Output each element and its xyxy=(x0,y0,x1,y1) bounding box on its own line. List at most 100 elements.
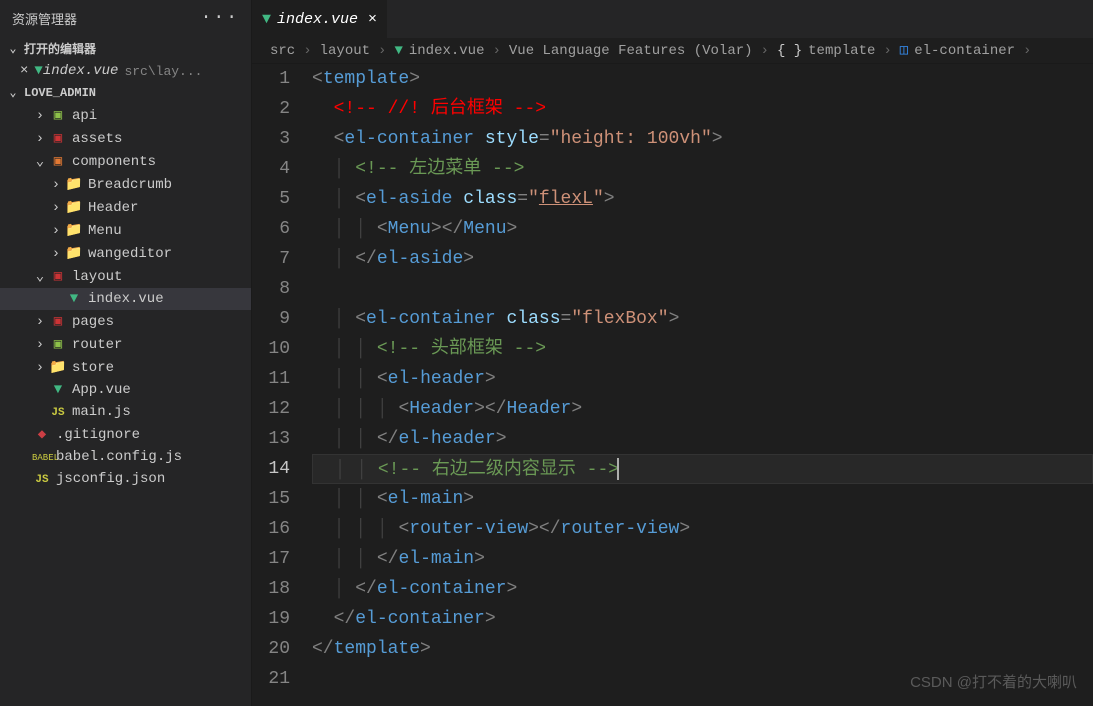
line-number: 2 xyxy=(252,94,290,124)
close-icon[interactable]: × xyxy=(368,11,377,28)
line-number: 1 xyxy=(252,64,290,94)
git-icon: ◆ xyxy=(32,426,52,443)
tab-index-vue[interactable]: ▼ index.vue × xyxy=(252,0,388,38)
chevron-icon: › xyxy=(32,360,48,376)
line-number: 8 xyxy=(252,274,290,304)
line-number: 20 xyxy=(252,634,290,664)
open-editor-filename: index.vue xyxy=(43,63,119,79)
tree-item-label: App.vue xyxy=(72,382,131,398)
chevron-icon: › xyxy=(32,337,48,353)
folder-item[interactable]: ›▣pages xyxy=(0,310,251,333)
chevron-icon: › xyxy=(48,223,64,239)
folder-item[interactable]: ›📁Breadcrumb xyxy=(0,173,251,196)
line-number: 11 xyxy=(252,364,290,394)
line-number: 10 xyxy=(252,334,290,364)
open-editor-item[interactable]: × ▼ index.vue src\lay... xyxy=(0,61,251,81)
code-line: │ │ <el-main> xyxy=(312,484,1093,514)
code-line: │ │ <Menu></Menu> xyxy=(312,214,1093,244)
vue-icon: ▼ xyxy=(34,63,42,79)
file-item[interactable]: ◆.gitignore xyxy=(0,423,251,446)
file-item[interactable]: JSmain.js xyxy=(0,401,251,423)
bc-file[interactable]: index.vue xyxy=(409,43,485,59)
line-number: 13 xyxy=(252,424,290,454)
chevron-right-icon: › xyxy=(761,43,769,59)
line-number: 18 xyxy=(252,574,290,604)
folder-item[interactable]: ⌄▣layout xyxy=(0,265,251,288)
chevron-right-icon: › xyxy=(378,43,386,59)
vue-icon: ▼ xyxy=(48,382,68,398)
chevron-icon: › xyxy=(48,177,64,193)
chevron-right-icon: › xyxy=(303,43,311,59)
folder-item[interactable]: ›▣assets xyxy=(0,127,251,150)
folder-item[interactable]: ›📁store xyxy=(0,356,251,379)
js-icon: JS xyxy=(48,404,68,420)
chevron-icon: › xyxy=(32,131,48,147)
breadcrumb[interactable]: src › layout › ▼ index.vue › Vue Languag… xyxy=(252,38,1093,64)
code-area[interactable]: <template> <!-- //! 后台框架 --> <el-contain… xyxy=(312,64,1093,706)
folder-item[interactable]: ›📁Menu xyxy=(0,219,251,242)
line-number: 7 xyxy=(252,244,290,274)
bc-volar[interactable]: Vue Language Features (Volar) xyxy=(509,43,753,59)
folder-red-icon: ▣ xyxy=(48,130,68,147)
folder-icon: 📁 xyxy=(64,245,84,262)
folder-item[interactable]: ›▣router xyxy=(0,333,251,356)
bc-src[interactable]: src xyxy=(270,43,295,59)
line-number: 12 xyxy=(252,394,290,424)
code-line xyxy=(312,274,1093,304)
braces-icon: { } xyxy=(777,43,802,59)
chevron-right-icon: › xyxy=(883,43,891,59)
watermark: CSDN @打不着的大喇叭 xyxy=(910,668,1077,698)
file-item[interactable]: BABELbabel.config.js xyxy=(0,446,251,468)
line-number: 14 xyxy=(252,454,290,484)
folder-item[interactable]: ›📁wangeditor xyxy=(0,242,251,265)
line-number: 5 xyxy=(252,184,290,214)
tree-item-label: jsconfig.json xyxy=(56,471,165,487)
bc-layout[interactable]: layout xyxy=(320,43,370,59)
folder-item[interactable]: ›📁Header xyxy=(0,196,251,219)
cursor xyxy=(617,458,619,480)
more-icon[interactable]: ··· xyxy=(201,8,239,28)
file-item[interactable]: ▼App.vue xyxy=(0,379,251,401)
tree-item-label: .gitignore xyxy=(56,427,140,443)
tree-item-label: wangeditor xyxy=(88,246,172,262)
bc-template[interactable]: template xyxy=(808,43,875,59)
folder-icon: 📁 xyxy=(64,176,84,193)
bc-el-container[interactable]: el-container xyxy=(914,43,1015,59)
chevron-right-icon: › xyxy=(492,43,500,59)
code-line: │ </el-container> xyxy=(312,574,1093,604)
file-item[interactable]: ▼index.vue xyxy=(0,288,251,310)
code-line: │ <!-- 左边菜单 --> xyxy=(312,154,1093,184)
code-line: │ │ │ <Header></Header> xyxy=(312,394,1093,424)
folder-item[interactable]: ⌄▣components xyxy=(0,150,251,173)
project-header[interactable]: ⌄ LOVE_ADMIN xyxy=(0,81,251,104)
code-line: <!-- //! 后台框架 --> xyxy=(312,94,1093,124)
folder-icon: 📁 xyxy=(64,199,84,216)
box-icon: ◫ xyxy=(900,42,908,59)
open-editors-header[interactable]: ⌄ 打开的编辑器 xyxy=(0,36,251,61)
folder-icon: 📁 xyxy=(48,359,68,376)
tree-item-label: Header xyxy=(88,200,138,216)
code-line: <el-container style="height: 100vh"> xyxy=(312,124,1093,154)
js-icon: JS xyxy=(32,471,52,487)
code-line: │ │ </el-main> xyxy=(312,544,1093,574)
folder-red-icon: ▣ xyxy=(48,313,68,330)
tree-item-label: index.vue xyxy=(88,291,164,307)
chevron-right-icon: › xyxy=(1023,43,1031,59)
chevron-icon: › xyxy=(32,314,48,330)
tree-item-label: main.js xyxy=(72,404,131,420)
chevron-down-icon: ⌄ xyxy=(6,41,20,56)
vue-icon: ▼ xyxy=(64,291,84,307)
line-number: 9 xyxy=(252,304,290,334)
folder-item[interactable]: ›▣api xyxy=(0,104,251,127)
code-editor[interactable]: 123456789101112131415161718192021 <templ… xyxy=(252,64,1093,706)
code-line: │ <el-aside class="flexL"> xyxy=(312,184,1093,214)
file-item[interactable]: JSjsconfig.json xyxy=(0,468,251,490)
line-gutter: 123456789101112131415161718192021 xyxy=(252,64,312,706)
line-number: 6 xyxy=(252,214,290,244)
chevron-down-icon: ⌄ xyxy=(6,85,20,100)
tree-item-label: router xyxy=(72,337,122,353)
close-icon[interactable]: × xyxy=(20,63,28,79)
line-number: 3 xyxy=(252,124,290,154)
code-line: </template> xyxy=(312,634,1093,664)
vue-icon: ▼ xyxy=(394,43,402,59)
